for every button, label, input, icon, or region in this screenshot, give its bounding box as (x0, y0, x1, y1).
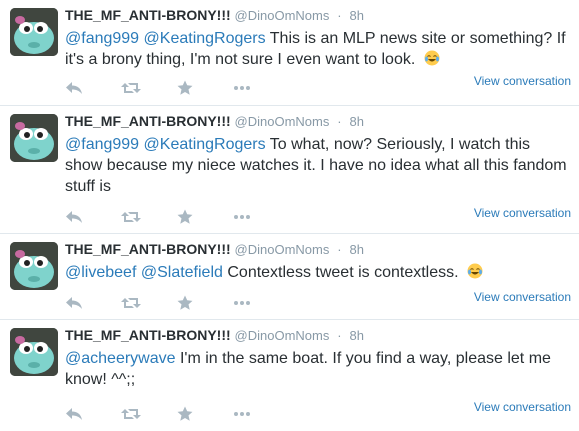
avatar[interactable] (10, 328, 58, 376)
view-conversation-link[interactable]: View conversation (474, 206, 571, 220)
retweet-button[interactable] (121, 209, 177, 225)
timestamp[interactable]: 8h (350, 242, 364, 257)
retweet-icon (121, 212, 141, 222)
separator-dot: · (337, 328, 342, 343)
reply-icon (66, 211, 82, 223)
separator-dot: · (337, 114, 342, 129)
tweet[interactable]: THE_MF_ANTI-BRONY!!! @DinoOmNoms · 8h @l… (0, 234, 579, 320)
reply-button[interactable] (65, 406, 121, 422)
favorite-icon (177, 406, 193, 421)
tweet-body: This is an MLP news site or something? I… (65, 30, 566, 68)
fullname[interactable]: THE_MF_ANTI-BRONY!!! (65, 241, 231, 257)
reply-button[interactable] (65, 80, 121, 96)
reply-icon (66, 408, 82, 420)
more-icon (234, 301, 250, 305)
view-conversation-link[interactable]: View conversation (474, 290, 571, 304)
username[interactable]: @DinoOmNoms (235, 114, 330, 129)
tweet-actions (65, 406, 289, 422)
tweet-body: To what, now? Seriously, I watch this sh… (65, 136, 567, 195)
more-icon (234, 215, 250, 219)
reply-button[interactable] (65, 209, 121, 225)
more-button[interactable] (233, 406, 289, 422)
mention-link[interactable]: @KeatingRogers (144, 136, 266, 153)
mention-link[interactable]: @Slatefield (141, 264, 223, 281)
more-icon (234, 412, 250, 416)
tears-of-joy-emoji-icon (424, 50, 440, 66)
view-conversation-link[interactable]: View conversation (474, 74, 571, 88)
timestamp[interactable]: 8h (350, 328, 364, 343)
reply-icon (66, 297, 82, 309)
more-button[interactable] (233, 295, 289, 311)
fullname[interactable]: THE_MF_ANTI-BRONY!!! (65, 327, 231, 343)
tweet-header: THE_MF_ANTI-BRONY!!! @DinoOmNoms · 8h (65, 112, 571, 131)
avatar[interactable] (10, 242, 58, 290)
tweet[interactable]: THE_MF_ANTI-BRONY!!! @DinoOmNoms · 8h @a… (0, 320, 579, 431)
tweet-header: THE_MF_ANTI-BRONY!!! @DinoOmNoms · 8h (65, 326, 571, 345)
mention-link[interactable]: @fang999 (65, 136, 139, 153)
favorite-icon (177, 80, 193, 95)
tweet-header: THE_MF_ANTI-BRONY!!! @DinoOmNoms · 8h (65, 6, 571, 25)
tweet-text: @acheerywave I'm in the same boat. If yo… (65, 348, 571, 390)
avatar-image-icon (10, 114, 58, 162)
favorite-button[interactable] (177, 295, 233, 311)
retweet-icon (121, 83, 141, 93)
tweet-body: Contextless tweet is contextless. (227, 264, 459, 281)
retweet-icon (121, 409, 141, 419)
favorite-button[interactable] (177, 80, 233, 96)
separator-dot: · (337, 242, 342, 257)
tweet-actions (65, 295, 289, 311)
tweet-text: @fang999 @KeatingRogers To what, now? Se… (65, 134, 571, 197)
more-icon (234, 86, 250, 90)
retweet-button[interactable] (121, 80, 177, 96)
mention-link[interactable]: @KeatingRogers (144, 30, 266, 47)
tweet[interactable]: THE_MF_ANTI-BRONY!!! @DinoOmNoms · 8h @f… (0, 106, 579, 234)
username[interactable]: @DinoOmNoms (235, 242, 330, 257)
favorite-button[interactable] (177, 406, 233, 422)
tears-of-joy-emoji-icon (467, 263, 483, 279)
favorite-button[interactable] (177, 209, 233, 225)
avatar[interactable] (10, 114, 58, 162)
more-button[interactable] (233, 80, 289, 96)
reply-button[interactable] (65, 295, 121, 311)
avatar-image-icon (10, 328, 58, 376)
tweet-text: @fang999 @KeatingRogers This is an MLP n… (65, 28, 571, 70)
timestamp[interactable]: 8h (350, 114, 364, 129)
favorite-icon (177, 209, 193, 224)
tweet-text: @livebeef @Slatefield Contextless tweet … (65, 262, 571, 283)
avatar-image-icon (10, 8, 58, 56)
tweet-content: THE_MF_ANTI-BRONY!!! @DinoOmNoms · 8h @f… (65, 6, 571, 70)
retweet-icon (121, 298, 141, 308)
more-button[interactable] (233, 209, 289, 225)
tweet-header: THE_MF_ANTI-BRONY!!! @DinoOmNoms · 8h (65, 240, 571, 259)
avatar-image-icon (10, 242, 58, 290)
tweet-actions (65, 209, 289, 225)
fullname[interactable]: THE_MF_ANTI-BRONY!!! (65, 7, 231, 23)
mention-link[interactable]: @livebeef (65, 264, 136, 281)
tweet-timeline: THE_MF_ANTI-BRONY!!! @DinoOmNoms · 8h @f… (0, 0, 579, 431)
retweet-button[interactable] (121, 406, 177, 422)
fullname[interactable]: THE_MF_ANTI-BRONY!!! (65, 113, 231, 129)
favorite-icon (177, 295, 193, 310)
separator-dot: · (337, 8, 342, 23)
mention-link[interactable]: @acheerywave (65, 350, 176, 367)
tweet[interactable]: THE_MF_ANTI-BRONY!!! @DinoOmNoms · 8h @f… (0, 0, 579, 106)
avatar[interactable] (10, 8, 58, 56)
tweet-actions (65, 80, 289, 96)
tweet-content: THE_MF_ANTI-BRONY!!! @DinoOmNoms · 8h @f… (65, 112, 571, 197)
timestamp[interactable]: 8h (350, 8, 364, 23)
username[interactable]: @DinoOmNoms (235, 8, 330, 23)
view-conversation-link[interactable]: View conversation (474, 400, 571, 414)
reply-icon (66, 82, 82, 94)
mention-link[interactable]: @fang999 (65, 30, 139, 47)
username[interactable]: @DinoOmNoms (235, 328, 330, 343)
tweet-content: THE_MF_ANTI-BRONY!!! @DinoOmNoms · 8h @a… (65, 326, 571, 390)
tweet-content: THE_MF_ANTI-BRONY!!! @DinoOmNoms · 8h @l… (65, 240, 571, 283)
retweet-button[interactable] (121, 295, 177, 311)
